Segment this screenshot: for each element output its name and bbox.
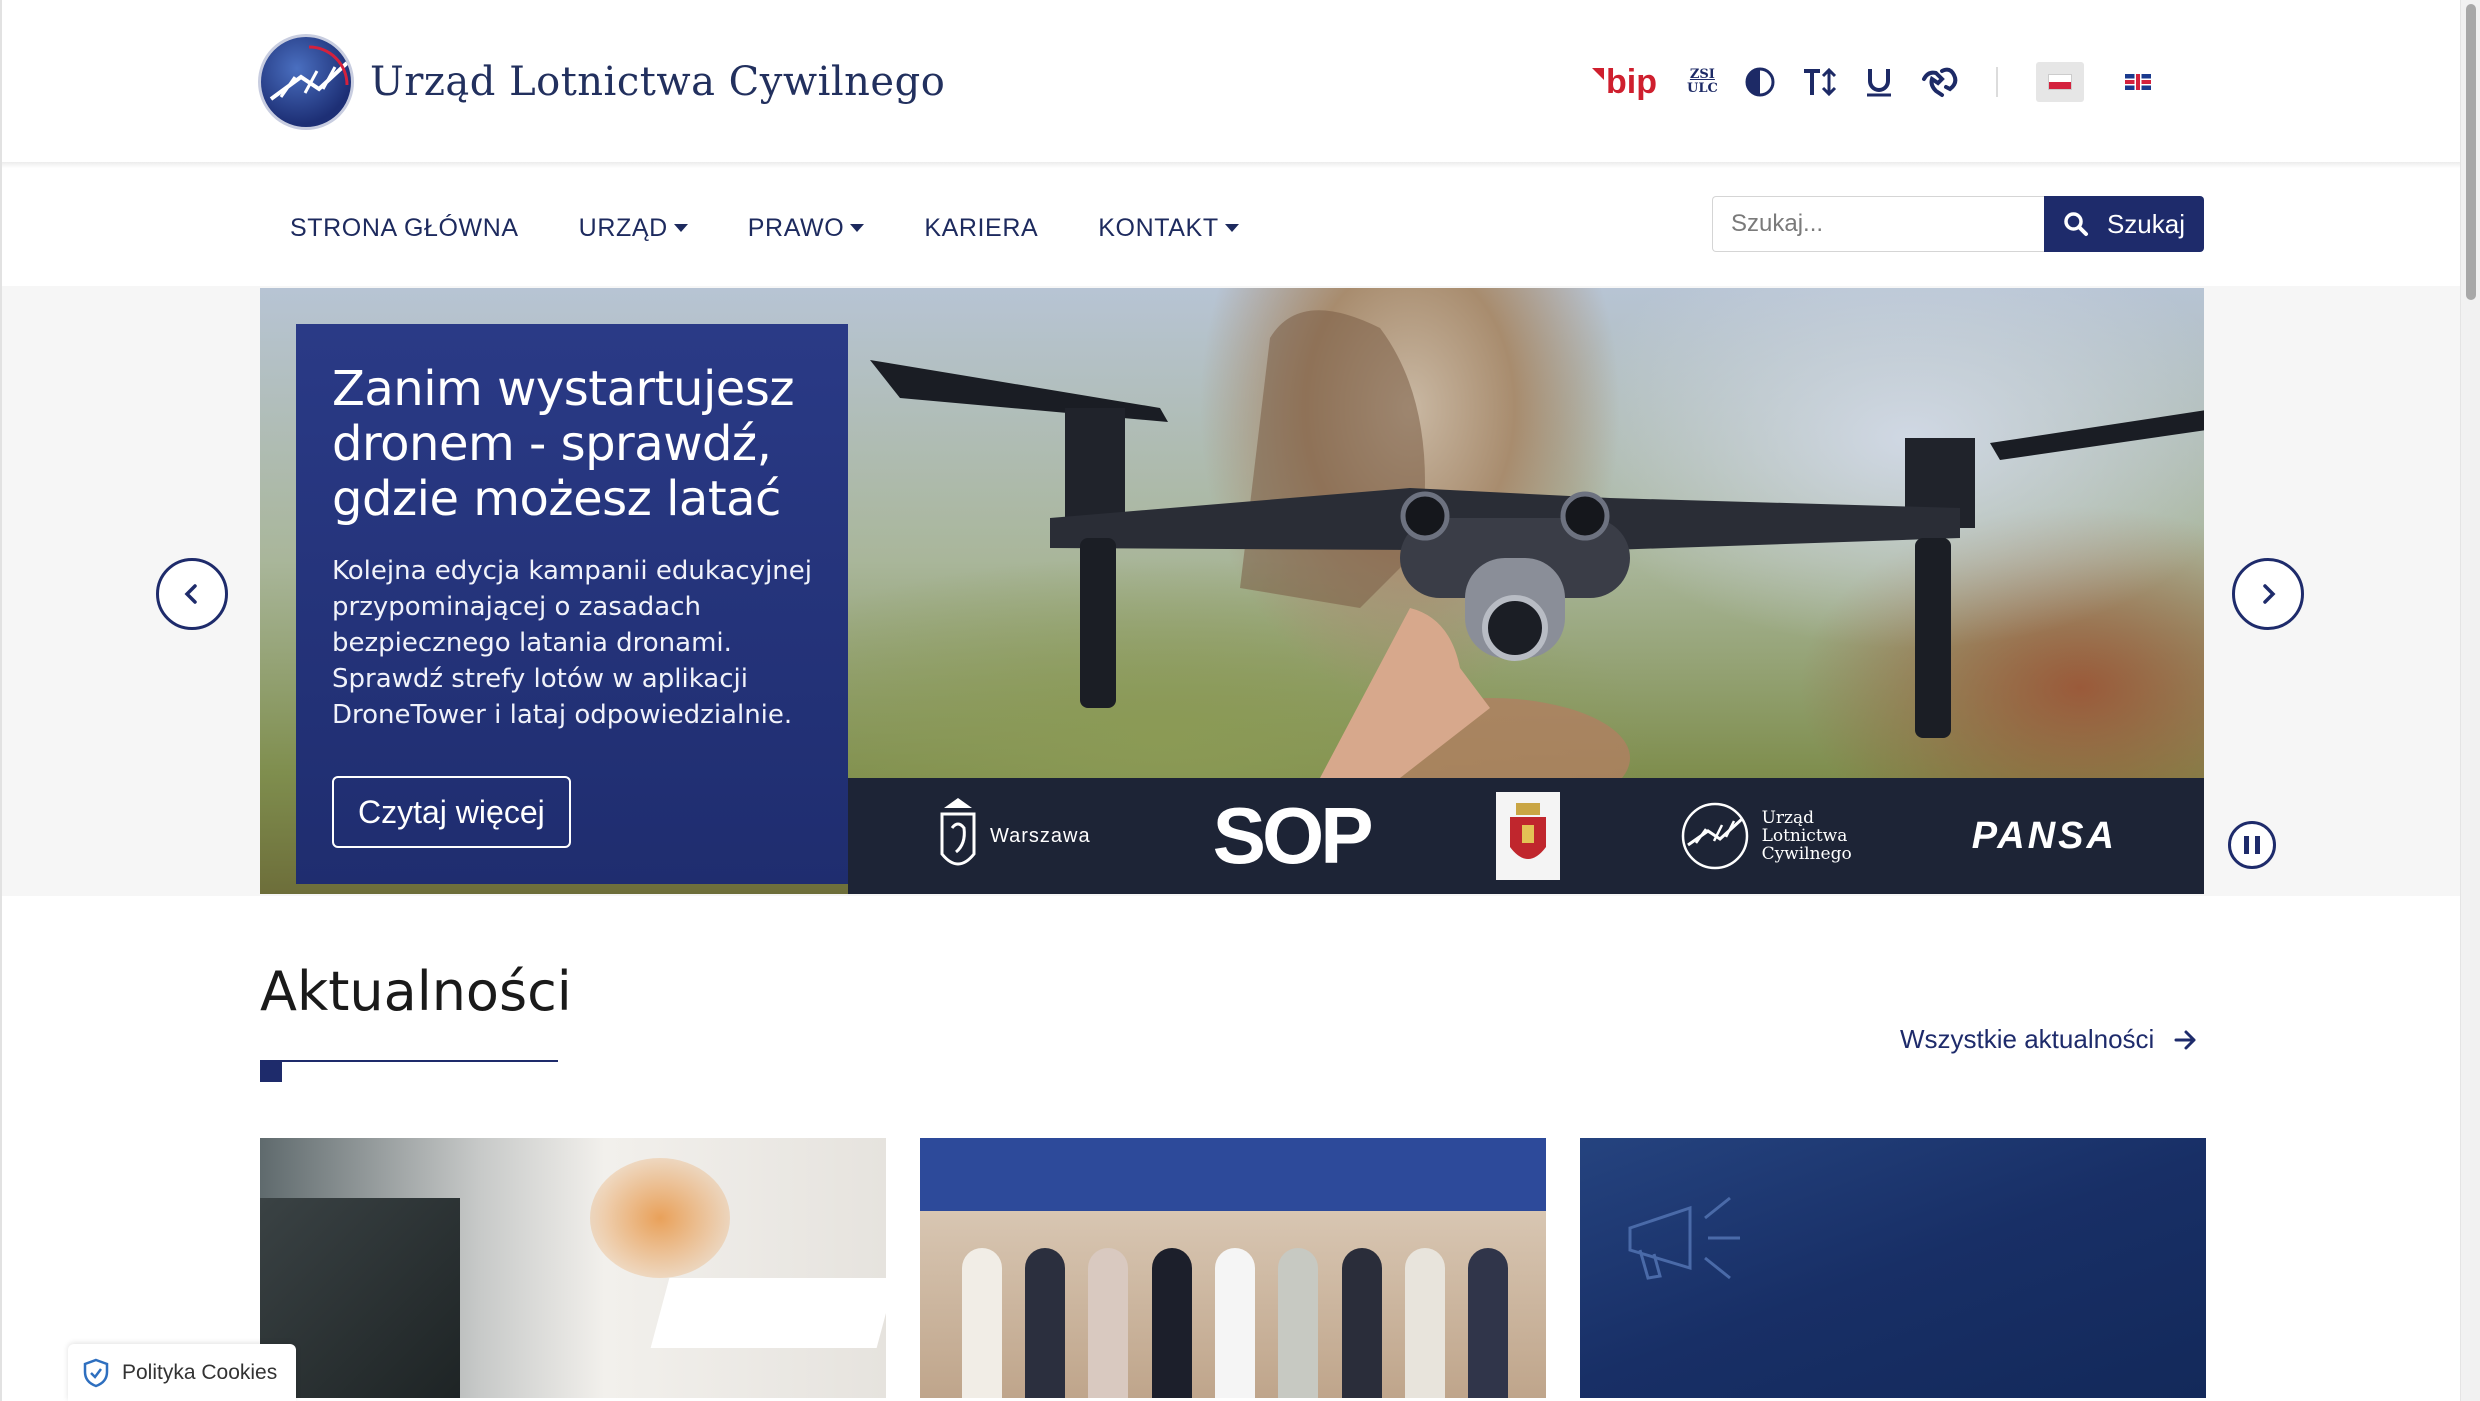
cookie-policy-button[interactable]: Polityka Cookies bbox=[68, 1344, 296, 1401]
bip-label: bip bbox=[1606, 62, 1657, 101]
nav-item-label: KONTAKT bbox=[1098, 213, 1219, 242]
zsi-ulc-label: ULC bbox=[1686, 81, 1718, 96]
zsi-ulc-link[interactable]: ZSI ULC bbox=[1687, 58, 1718, 106]
nav-item-home[interactable]: STRONA GŁÓWNA bbox=[260, 208, 549, 248]
nav-item-label: URZĄD bbox=[578, 213, 668, 242]
pansa-logo: PANSA bbox=[1971, 814, 2117, 857]
bip-triangle-icon bbox=[1592, 68, 1604, 80]
person-figure bbox=[961, 1248, 1002, 1398]
search-button[interactable]: Szukaj bbox=[2044, 196, 2204, 252]
caret-down-icon bbox=[673, 224, 688, 232]
page-scrollbar[interactable] bbox=[2460, 0, 2480, 1401]
nav-item-kontakt[interactable]: KONTAKT bbox=[1068, 208, 1268, 248]
person-figure bbox=[1404, 1248, 1445, 1398]
person-figure bbox=[1278, 1248, 1319, 1398]
accessibility-toolbar: bip ZSI ULC bbox=[1592, 58, 2192, 106]
toolbar-divider bbox=[1995, 67, 1998, 97]
zsi-label: ZSI bbox=[1689, 67, 1715, 82]
contrast-toggle[interactable] bbox=[1744, 58, 1776, 106]
photo-highlight bbox=[590, 1158, 730, 1278]
all-news-link[interactable]: Wszystkie aktualności bbox=[1900, 1024, 2198, 1055]
ulc-logo-icon bbox=[258, 34, 354, 130]
ulc-partner-line3: Cywilnego bbox=[1761, 844, 1852, 864]
sop-logo: SOP bbox=[1212, 791, 1374, 880]
person-figure bbox=[1214, 1248, 1255, 1398]
page: Urząd Lotnictwa Cywilnego bip ZSI ULC ST… bbox=[0, 0, 2460, 1401]
search-input[interactable] bbox=[1712, 196, 2044, 252]
search-icon bbox=[2064, 212, 2088, 236]
ulc-partner-line2: Lotnictwa bbox=[1761, 826, 1848, 846]
bip-link[interactable]: bip bbox=[1592, 58, 1657, 106]
pause-icon-bar bbox=[2255, 836, 2260, 854]
group-photo bbox=[950, 1228, 1520, 1398]
crest-icon bbox=[1509, 803, 1546, 859]
ulc-partner-logo: Urząd Lotnictwa Cywilnego bbox=[1680, 801, 1852, 871]
caret-down-icon bbox=[850, 224, 865, 232]
news-title-underline bbox=[260, 1060, 558, 1062]
pause-icon bbox=[2244, 836, 2249, 854]
person-figure bbox=[1341, 1248, 1382, 1398]
underline-links-toggle[interactable] bbox=[1864, 58, 1894, 106]
font-size-toggle[interactable] bbox=[1802, 58, 1838, 106]
hero-slider: Zanim wystartujesz dronem - sprawdź, gdz… bbox=[260, 288, 2204, 894]
hero-caption-card: Zanim wystartujesz dronem - sprawdź, gdz… bbox=[296, 324, 848, 884]
search-button-label: Szukaj bbox=[2106, 208, 2186, 239]
megaphone-icon bbox=[1628, 1196, 1740, 1280]
nav-item-label: PRAWO bbox=[747, 213, 845, 242]
slider-next-button[interactable] bbox=[2232, 558, 2304, 630]
site-header: Urząd Lotnictwa Cywilnego bip ZSI ULC bbox=[2, 0, 2460, 162]
ulc-partner-line1: Urząd bbox=[1761, 808, 1814, 828]
contrast-icon bbox=[1745, 67, 1775, 97]
city-crest-logo bbox=[1495, 792, 1560, 880]
language-en-button[interactable] bbox=[2114, 62, 2162, 102]
partner-logos-strip: Warszawa SOP Urząd Lotnictwa Cywilnego P… bbox=[848, 778, 2204, 894]
search-form: Szukaj bbox=[1712, 196, 2204, 252]
hero-description: Kolejna edycja kampanii edukacyjnej przy… bbox=[332, 556, 812, 730]
sign-language-link[interactable] bbox=[1920, 58, 1960, 106]
language-pl-button[interactable] bbox=[2035, 62, 2084, 102]
warszawa-crest-icon bbox=[940, 798, 976, 866]
person-figure bbox=[1151, 1248, 1192, 1398]
caret-down-icon bbox=[1224, 224, 1239, 232]
warszawa-label: Warszawa bbox=[990, 824, 1091, 847]
nav-item-prawo[interactable]: PRAWO bbox=[718, 208, 895, 248]
paper-image bbox=[650, 1278, 886, 1348]
site-logo-link[interactable]: Urząd Lotnictwa Cywilnego bbox=[258, 34, 945, 130]
underline-icon bbox=[1866, 69, 1891, 97]
nav-item-label: KARIERA bbox=[924, 213, 1039, 242]
nav-item-label: STRONA GŁÓWNA bbox=[290, 213, 519, 242]
person-figure bbox=[1024, 1248, 1065, 1398]
news-card-announcement[interactable] bbox=[1580, 1138, 2206, 1398]
news-card-exam[interactable] bbox=[260, 1138, 886, 1398]
chevron-left-icon bbox=[184, 584, 197, 604]
news-section-title: Aktualności bbox=[260, 960, 572, 1023]
main-navigation: STRONA GŁÓWNA URZĄD PRAWO KARIERA KONTAK… bbox=[2, 168, 2460, 286]
nav-item-urzad[interactable]: URZĄD bbox=[549, 208, 718, 248]
ulc-emblem-icon bbox=[1681, 802, 1748, 870]
person-figure bbox=[1468, 1248, 1509, 1398]
sign-language-icon bbox=[1921, 67, 1958, 97]
warszawa-logo: Warszawa bbox=[936, 794, 1091, 878]
slider-pause-button[interactable] bbox=[2228, 821, 2276, 869]
chevron-right-icon bbox=[2263, 584, 2276, 604]
all-news-label: Wszystkie aktualności bbox=[1900, 1024, 2155, 1054]
uk-flag-icon bbox=[2124, 74, 2151, 90]
poland-flag-icon bbox=[2047, 74, 2072, 90]
read-more-button[interactable]: Czytaj więcej bbox=[332, 776, 571, 848]
news-title-accent bbox=[260, 1060, 282, 1082]
site-name: Urząd Lotnictwa Cywilnego bbox=[370, 59, 946, 105]
cookie-policy-label: Polityka Cookies bbox=[122, 1360, 278, 1384]
text-size-icon bbox=[1803, 67, 1836, 97]
shield-check-icon bbox=[83, 1358, 109, 1387]
person-figure bbox=[1088, 1248, 1129, 1398]
nav-item-kariera[interactable]: KARIERA bbox=[894, 208, 1068, 248]
slider-prev-button[interactable] bbox=[156, 558, 228, 630]
scrollbar-thumb[interactable] bbox=[2466, 4, 2476, 300]
hero-title: Zanim wystartujesz dronem - sprawdź, gdz… bbox=[332, 361, 795, 527]
arrow-right-icon bbox=[2174, 1030, 2196, 1049]
news-card-group-photo[interactable] bbox=[920, 1138, 1546, 1398]
